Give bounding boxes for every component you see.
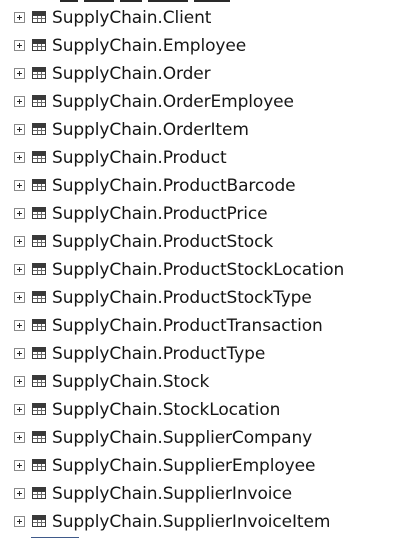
expand-icon[interactable] — [14, 432, 25, 443]
table-name-label[interactable]: SupplyChain.ProductTransaction — [52, 316, 323, 336]
table-icon — [32, 39, 46, 51]
expand-icon[interactable] — [14, 376, 25, 387]
table-name-label[interactable]: SupplyChain.OrderEmployee — [52, 92, 294, 112]
tree-node-table[interactable]: SupplyChain.ProductStock — [0, 228, 408, 256]
table-name-label[interactable]: SupplyChain.ProductType — [52, 344, 265, 364]
table-icon — [32, 11, 46, 23]
tree-node-table[interactable]: SupplyChain.OrderEmployee — [0, 88, 408, 116]
tree-node-table[interactable]: SupplyChain.SupplierInvoiceItem — [0, 508, 408, 536]
table-name-label[interactable]: SupplyChain.ProductStock — [52, 232, 273, 252]
expand-icon[interactable] — [14, 348, 25, 359]
expand-icon[interactable] — [14, 180, 25, 191]
table-icon — [32, 515, 46, 527]
table-icon — [32, 179, 46, 191]
expand-icon[interactable] — [14, 488, 25, 499]
table-name-label[interactable]: SupplyChain.ProductStockLocation — [52, 260, 344, 280]
tree-node-table[interactable]: SupplyChain.StockLocation — [0, 396, 408, 424]
table-icon — [32, 151, 46, 163]
expand-icon[interactable] — [14, 124, 25, 135]
table-name-label[interactable]: SupplyChain.Stock — [52, 372, 209, 392]
expand-icon[interactable] — [14, 208, 25, 219]
table-icon — [32, 403, 46, 415]
table-icon — [32, 263, 46, 275]
tree-node-table[interactable]: SupplyChain.ProductType — [0, 340, 408, 368]
table-name-label[interactable]: SupplyChain.StockLocation — [52, 400, 280, 420]
table-icon — [32, 347, 46, 359]
tree-node-table[interactable]: SupplyChain.Order — [0, 60, 408, 88]
tree-node-table[interactable]: SupplyChain.Product — [0, 144, 408, 172]
expand-icon[interactable] — [14, 152, 25, 163]
previous-item-cut-off — [60, 0, 240, 2]
tree-node-table[interactable]: SupplyChain.Client — [0, 4, 408, 32]
tree-node-table[interactable]: SupplyChain.Stock — [0, 368, 408, 396]
expand-icon[interactable] — [14, 236, 25, 247]
tree-node-table[interactable]: SupplyChain.ProductTransaction — [0, 312, 408, 340]
expand-icon[interactable] — [14, 460, 25, 471]
table-icon — [32, 123, 46, 135]
table-icon — [32, 431, 46, 443]
expand-icon[interactable] — [14, 68, 25, 79]
table-name-label[interactable]: SupplyChain.Order — [52, 64, 211, 84]
table-icon — [32, 235, 46, 247]
expand-icon[interactable] — [14, 12, 25, 23]
tree-node-table[interactable]: SupplyChain.OrderItem — [0, 116, 408, 144]
table-icon — [32, 67, 46, 79]
tree-node-table[interactable]: SupplyChain.ProductPrice — [0, 200, 408, 228]
tree-node-table[interactable]: SupplyChain.Employee — [0, 32, 408, 60]
tree-node-table[interactable]: SupplyChain.ProductStockLocation — [0, 256, 408, 284]
table-name-label[interactable]: SupplyChain.Product — [52, 148, 227, 168]
tree-node-table[interactable]: SupplyChain.SupplierInvoice — [0, 480, 408, 508]
table-icon — [32, 487, 46, 499]
table-name-label[interactable]: SupplyChain.ProductBarcode — [52, 176, 296, 196]
tree-node-table[interactable]: SupplyChain.ProductBarcode — [0, 172, 408, 200]
table-icon — [32, 95, 46, 107]
table-name-label[interactable]: SupplyChain.SupplierInvoice — [52, 484, 292, 504]
expand-icon[interactable] — [14, 404, 25, 415]
table-icon — [32, 319, 46, 331]
table-icon — [32, 375, 46, 387]
expand-icon[interactable] — [14, 40, 25, 51]
table-name-label[interactable]: SupplyChain.ProductPrice — [52, 204, 268, 224]
table-name-label[interactable]: SupplyChain.SupplierCompany — [52, 428, 312, 448]
expand-icon[interactable] — [14, 320, 25, 331]
expand-icon[interactable] — [14, 516, 25, 527]
table-name-label[interactable]: SupplyChain.Employee — [52, 36, 246, 56]
table-name-label[interactable]: SupplyChain.ProductStockType — [52, 288, 312, 308]
table-name-label[interactable]: SupplyChain.OrderItem — [52, 120, 249, 140]
table-icon — [32, 459, 46, 471]
expand-icon[interactable] — [14, 96, 25, 107]
tree-node-table[interactable]: SupplyChain.SupplierEmployee — [0, 452, 408, 480]
tree-node-table[interactable]: SupplyChain.SupplierCompany — [0, 424, 408, 452]
table-name-label[interactable]: SupplyChain.SupplierEmployee — [52, 456, 315, 476]
table-name-label[interactable]: SupplyChain.Client — [52, 8, 211, 28]
table-icon — [32, 207, 46, 219]
expand-icon[interactable] — [14, 264, 25, 275]
tree-node-table[interactable]: SupplyChain.ProductStockType — [0, 284, 408, 312]
object-explorer-tree: SupplyChain.Client SupplyChain.Employee Su… — [0, 4, 408, 536]
expand-icon[interactable] — [14, 292, 25, 303]
table-name-label[interactable]: SupplyChain.SupplierInvoiceItem — [52, 512, 330, 532]
table-icon — [32, 291, 46, 303]
